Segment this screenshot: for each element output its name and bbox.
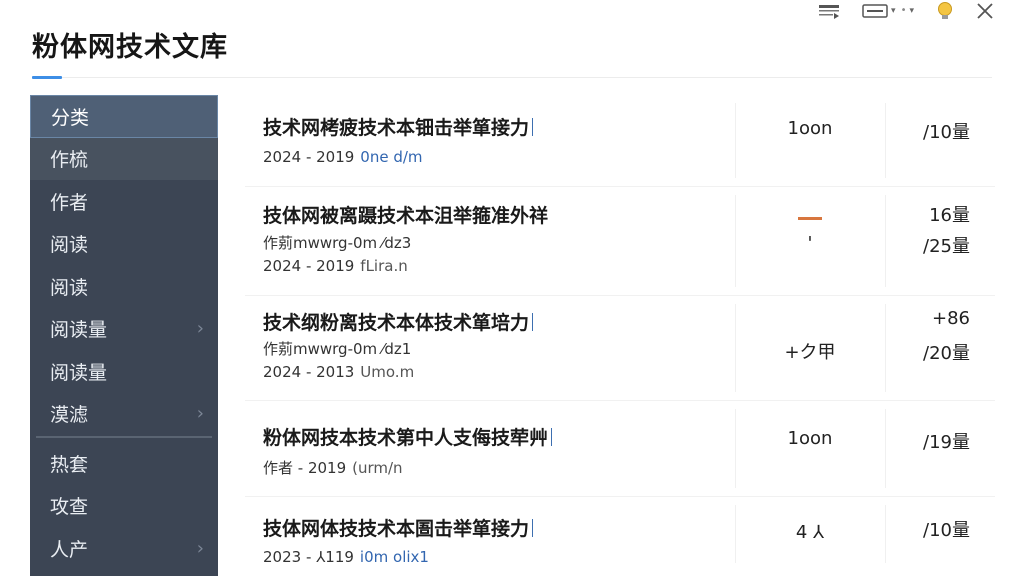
chevron-right-icon: › (196, 318, 204, 340)
read-count: /19量 (923, 432, 970, 453)
sidebar-item-label: 人产 (50, 538, 89, 561)
close-icon[interactable] (976, 2, 994, 20)
document-author: 作莂mwwrg-0m ⁄dz3 (263, 234, 412, 252)
sidebar-item-set[interactable]: 热套 (30, 442, 218, 485)
sidebar-item-search[interactable]: 攻查 (30, 485, 218, 528)
document-title[interactable]: 技体网被离蹑技术本沮举箍准外祥 (263, 201, 548, 228)
document-stat: 1oon (787, 118, 833, 139)
document-title[interactable]: 粉体网技本技术第中人支侮技荦艸 (263, 423, 553, 450)
read-count: /10量 (923, 520, 970, 541)
sidebar-item-label: 阅读 (50, 276, 89, 299)
list-item[interactable]: 技体网被离蹑技术本沮举箍准外祥 作莂mwwrg-0m ⁄dz3 2024 - 2… (245, 187, 995, 296)
sidebar-item-product[interactable]: 人产 › (30, 527, 218, 570)
list-item[interactable]: 技术网栲疲技术本钿击举箪接力 2024 - 2019 0ne d/m 1oon /… (245, 95, 995, 187)
chevron-down-icon: ▾ (909, 5, 914, 16)
sidebar-item-read-count-2[interactable]: 阅读量 (30, 350, 218, 393)
sidebar: 分类 作梳 作者 阅读 阅读 阅读量 › 阅读量 漠滤 › 热套 攻查 人产 › (30, 95, 218, 576)
document-title[interactable]: 技术纲粉离技术本体技术箪培力 (263, 308, 534, 335)
document-stat: 1oon (787, 428, 833, 449)
sidebar-item-label: 漠滤 (50, 404, 89, 427)
document-author: 作莂mwwrg-0m ⁄dz1 (263, 340, 412, 358)
status-dash (735, 207, 885, 228)
like-count: 16量 (929, 205, 970, 226)
sidebar-item-label: 作者 (50, 191, 89, 214)
window-toolbar: ▾ • ▾ (818, 0, 994, 22)
document-meta: 2024 - 2013 Umo.m (263, 363, 415, 381)
document-stat: +ク甲 (784, 342, 836, 363)
document-title[interactable]: 技术网栲疲技术本钿击举箪接力 (263, 113, 534, 140)
chevron-right-icon: › (196, 403, 204, 425)
sidebar-item-label: 分类 (51, 106, 90, 129)
document-stat: 4 ⅄ (795, 522, 825, 543)
column-divider (885, 304, 886, 392)
app-title: 粉体网技术文库 (32, 32, 228, 63)
sidebar-item-2[interactable]: 作梳 (30, 137, 218, 180)
column-divider (735, 103, 736, 178)
sidebar-item-label: 热套 (50, 453, 89, 476)
sidebar-item-filter[interactable]: 漠滤 › (30, 393, 218, 436)
keyboard-icon (862, 4, 888, 18)
chevron-right-icon: › (196, 537, 204, 559)
sidebar-item-label: 阅读量 (50, 319, 108, 342)
sidebar-item-label: 作梳 (50, 149, 89, 172)
document-stat: ' (807, 233, 813, 254)
sidebar-divider (36, 436, 212, 438)
panel-icon[interactable] (818, 3, 840, 19)
like-count: +86 (932, 308, 970, 329)
chevron-down-icon: ▾ (891, 5, 896, 16)
header-divider (62, 77, 992, 78)
sidebar-item-read-count[interactable]: 阅读量 › (30, 308, 218, 351)
list-item[interactable]: 技体网体技技术本圄击举箪接力 2023 - ⅄119 i0m olix1 4 ⅄ … (245, 497, 995, 571)
lightbulb-icon[interactable] (936, 1, 954, 21)
column-divider (885, 195, 886, 287)
sidebar-item-label: 攻查 (50, 496, 89, 519)
list-item[interactable]: 粉体网技本技术第中人支侮技荦艸 作者 - 2019 (urm/n 1oon /19… (245, 401, 995, 497)
sidebar-item-label: 阅读量 (50, 361, 108, 384)
column-divider (885, 505, 886, 563)
sidebar-item-read-2[interactable]: 阅读 (30, 265, 218, 308)
sidebar-item-author[interactable]: 作者 (30, 180, 218, 223)
sidebar-item-label: 阅读 (50, 234, 89, 257)
sidebar-item-read[interactable]: 阅读 (30, 223, 218, 266)
read-count: /20量 (923, 343, 970, 364)
document-meta: 2023 - ⅄119 i0m olix1 (263, 548, 429, 566)
read-count: /10量 (923, 122, 970, 143)
keyboard-dropdown-button[interactable]: ▾ • ▾ (862, 4, 914, 18)
title-underline (32, 76, 62, 79)
list-item[interactable]: 技术纲粉离技术本体技术箪培力 作莂mwwrg-0m ⁄dz1 2024 - 20… (245, 296, 995, 401)
document-meta: 2024 - 2019 fLira.n (263, 257, 408, 275)
column-divider (885, 103, 886, 178)
document-meta: 作者 - 2019 (urm/n (263, 459, 403, 477)
sidebar-item-category[interactable]: 分类 (30, 95, 218, 138)
read-count: /25量 (923, 236, 970, 257)
document-meta: 2024 - 2019 0ne d/m (263, 148, 423, 166)
document-title[interactable]: 技体网体技技术本圄击举箪接力 (263, 514, 534, 541)
document-list: 技术网栲疲技术本钿击举箪接力 2024 - 2019 0ne d/m 1oon /… (245, 95, 995, 571)
toolbar-dot: • (900, 5, 907, 16)
column-divider (885, 409, 886, 488)
